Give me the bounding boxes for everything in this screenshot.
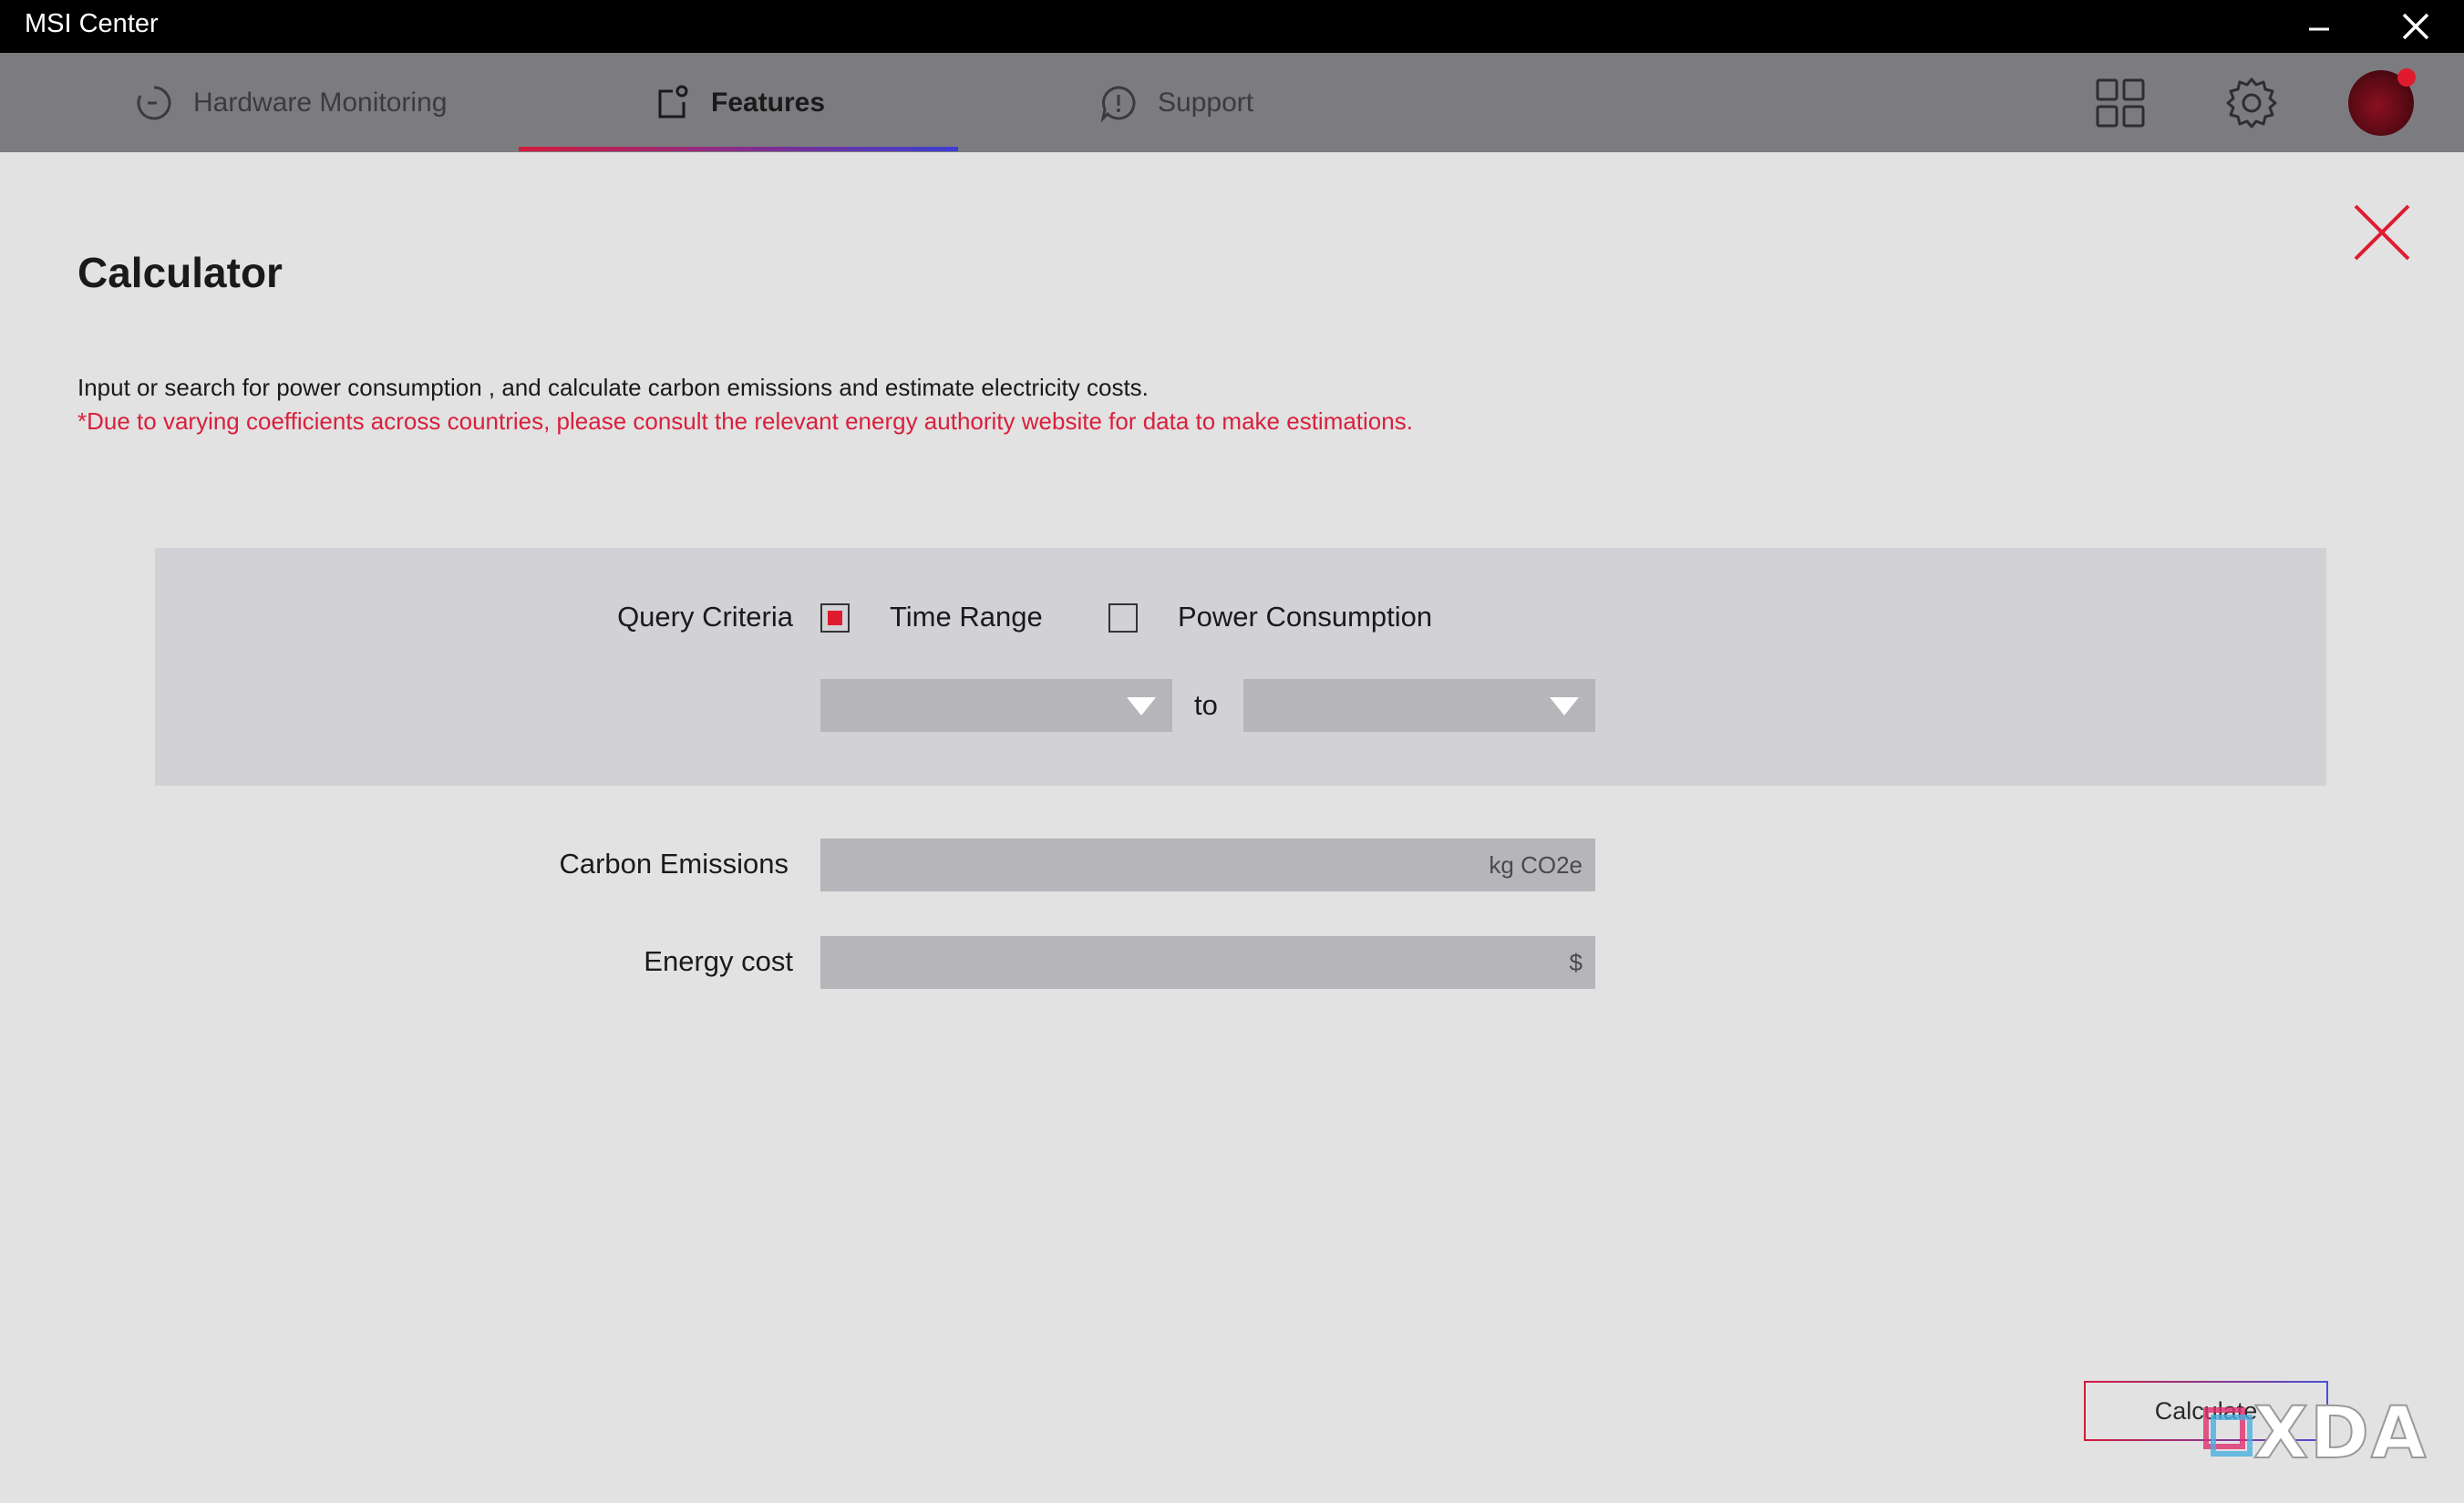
tab-hardware-monitoring[interactable]: Hardware Monitoring xyxy=(135,53,447,152)
nav-bar: Hardware Monitoring Features Support xyxy=(0,53,2464,152)
close-icon xyxy=(2402,13,2429,40)
notification-dot xyxy=(2397,67,2416,87)
chevron-down-icon xyxy=(1550,697,1579,715)
app-title: MSI Center xyxy=(25,9,159,38)
energy-cost-field[interactable]: $ xyxy=(820,936,1595,989)
xda-watermark: XDA xyxy=(2199,1392,2428,1476)
time-from-dropdown[interactable] xyxy=(820,679,1172,732)
checkbox-checked-mark xyxy=(828,611,842,625)
support-icon xyxy=(1099,84,1138,122)
carbon-emissions-field[interactable]: kg CO2e xyxy=(820,839,1595,891)
tab-support[interactable]: Support xyxy=(1099,53,1253,152)
window-close-button[interactable] xyxy=(2379,0,2452,53)
features-icon xyxy=(653,84,691,122)
settings-button[interactable] xyxy=(2224,53,2279,152)
watermark-text: XDA xyxy=(2253,1392,2428,1476)
description-text: Input or search for power consumption , … xyxy=(77,374,1149,401)
tab-label: Hardware Monitoring xyxy=(193,87,448,118)
tab-features[interactable]: Features xyxy=(653,53,825,152)
to-label: to xyxy=(1194,689,1218,721)
query-criteria-panel xyxy=(155,548,2326,786)
minimize-icon xyxy=(2309,27,2329,31)
close-calculator-button[interactable] xyxy=(2352,202,2412,263)
query-criteria-label: Query Criteria xyxy=(617,601,793,633)
minimize-button[interactable] xyxy=(2283,0,2356,53)
carbon-emissions-unit: kg CO2e xyxy=(1489,850,1583,879)
warning-text: *Due to varying coefficients across coun… xyxy=(77,407,1413,435)
carbon-emissions-label: Carbon Emissions xyxy=(559,848,789,880)
time-to-dropdown[interactable] xyxy=(1243,679,1595,732)
tab-label: Support xyxy=(1158,87,1254,118)
grid-button[interactable] xyxy=(2095,53,2146,152)
chevron-down-icon xyxy=(1127,697,1156,715)
time-range-checkbox[interactable] xyxy=(820,603,850,633)
tab-label: Features xyxy=(711,87,826,118)
power-consumption-label[interactable]: Power Consumption xyxy=(1178,601,1432,633)
page-title: Calculator xyxy=(77,249,283,296)
time-range-label[interactable]: Time Range xyxy=(890,601,1043,633)
title-bar: MSI Center xyxy=(0,0,2464,53)
power-consumption-checkbox[interactable] xyxy=(1108,603,1138,633)
close-icon xyxy=(2354,204,2410,261)
gauge-icon xyxy=(135,84,173,122)
avatar xyxy=(2348,67,2416,136)
energy-cost-label: Energy cost xyxy=(644,945,793,977)
gear-icon xyxy=(2226,77,2277,128)
grid-icon xyxy=(2096,78,2145,127)
active-tab-indicator xyxy=(519,147,958,151)
energy-cost-unit: $ xyxy=(1569,948,1583,976)
xda-logo-icon xyxy=(2203,1407,2253,1457)
user-avatar-button[interactable] xyxy=(2348,53,2416,152)
